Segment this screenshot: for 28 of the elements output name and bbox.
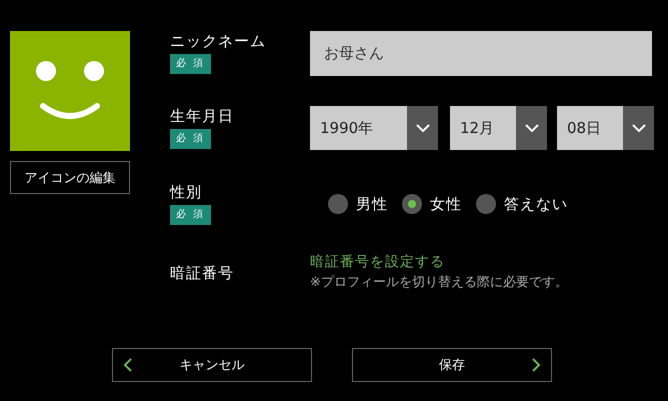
radio-button[interactable] (402, 194, 422, 214)
date-dropdown[interactable]: 12月 (450, 106, 547, 150)
edit-icon-button[interactable]: アイコンの編集 (10, 161, 130, 194)
chevron-right-icon (531, 358, 541, 372)
nickname-field[interactable]: お母さん (310, 31, 652, 76)
field-label: 生年月日 (170, 106, 234, 126)
required-badge: 必 須 (170, 54, 212, 74)
field-label: ニックネーム (170, 31, 266, 51)
chevron-left-icon (123, 358, 133, 372)
radio-button[interactable] (328, 194, 348, 214)
chevron-down-icon (416, 124, 430, 132)
set-pin-link[interactable]: 暗証番号を設定する (310, 253, 568, 271)
radio-label[interactable]: 男性 (356, 194, 388, 214)
cancel-button[interactable]: キャンセル (112, 348, 312, 382)
radio-label[interactable]: 女性 (430, 194, 462, 214)
smiley-avatar-icon (10, 31, 130, 151)
radio-button[interactable] (476, 194, 496, 214)
date-dropdown[interactable]: 08日 (557, 106, 654, 150)
save-button[interactable]: 保存 (352, 348, 552, 382)
field-label: 暗証番号 (170, 263, 234, 283)
chevron-down-icon (632, 124, 646, 132)
required-badge: 必 須 (170, 205, 212, 225)
chevron-down-icon (524, 124, 538, 132)
date-dropdown[interactable]: 1990年 (310, 106, 438, 150)
note-text: ※プロフィールを切り替える際に必要です。 (310, 274, 568, 291)
field-label: 性別 (170, 182, 202, 202)
required-badge: 必 須 (170, 129, 212, 149)
radio-label[interactable]: 答えない (504, 194, 568, 214)
